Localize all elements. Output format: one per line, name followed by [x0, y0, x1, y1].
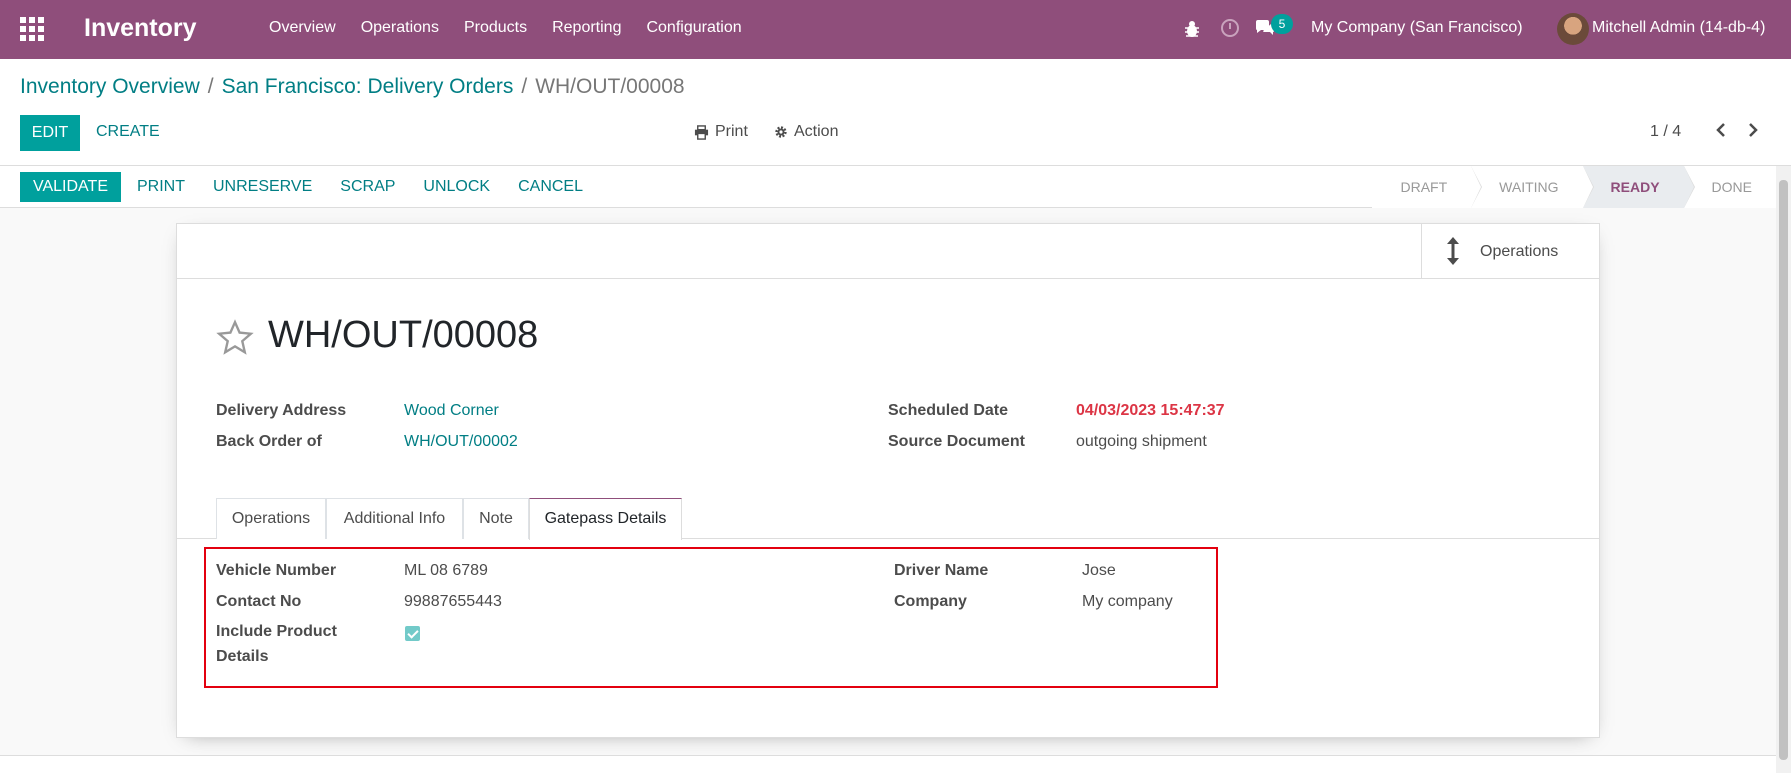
tab-note[interactable]: Note — [463, 498, 529, 539]
stage-done: DONE — [1683, 166, 1776, 208]
source-document-label: Source Document — [888, 433, 1025, 450]
menu-item-products[interactable]: Products — [464, 19, 527, 37]
company-label: Company — [894, 593, 967, 610]
contact-no-label: Contact No — [216, 593, 302, 610]
scheduled-date-value: 04/03/2023 15:47:37 — [1076, 402, 1225, 419]
print-dropdown[interactable]: Print — [694, 123, 748, 141]
main-menu: Overview Operations Products Reporting C… — [269, 19, 767, 37]
record-title: WH/OUT/00008 — [268, 314, 539, 356]
print-label: Print — [715, 123, 748, 140]
bug-icon[interactable] — [1184, 19, 1200, 39]
menu-item-configuration[interactable]: Configuration — [646, 19, 741, 37]
star-icon[interactable] — [216, 319, 254, 357]
scrollbar-thumb[interactable] — [1779, 180, 1788, 760]
delivery-address-label: Delivery Address — [216, 402, 347, 419]
gatepass-highlight-box — [204, 547, 1218, 688]
user-menu[interactable]: Mitchell Admin (14-db-4) — [1592, 19, 1765, 37]
company-switcher[interactable]: My Company (San Francisco) — [1311, 19, 1523, 37]
source-document-value: outgoing shipment — [1076, 433, 1207, 450]
scheduled-date-label: Scheduled Date — [888, 402, 1009, 419]
menu-item-reporting[interactable]: Reporting — [552, 19, 621, 37]
smart-button-box: Operations — [177, 224, 1599, 279]
contact-no-value: 99887655443 — [404, 593, 502, 610]
status-action-buttons: VALIDATE PRINT UNRESERVE SCRAP UNLOCK CA… — [20, 172, 611, 202]
operations-smart-button-label: Operations — [1480, 243, 1559, 260]
notebook-tabs: Operations Additional Info Note Gatepass… — [177, 498, 1599, 540]
back-order-value[interactable]: WH/OUT/00002 — [404, 433, 518, 451]
form-statusbar: VALIDATE PRINT UNRESERVE SCRAP UNLOCK CA… — [0, 166, 1776, 208]
cancel-button[interactable]: CANCEL — [518, 172, 583, 202]
breadcrumb-current: WH/OUT/00008 — [535, 75, 685, 98]
unreserve-button[interactable]: UNRESERVE — [213, 172, 312, 202]
breadcrumb-inventory-overview[interactable]: Inventory Overview — [20, 75, 200, 98]
form-sheet: Operations WH/OUT/00008 Delivery Address… — [176, 223, 1600, 738]
vertical-scrollbar[interactable] — [1776, 166, 1791, 773]
app-brand[interactable]: Inventory — [84, 14, 197, 43]
vehicle-number-value: ML 08 6789 — [404, 562, 488, 579]
operations-smart-button[interactable]: Operations — [1421, 224, 1599, 278]
print-button[interactable]: PRINT — [137, 172, 185, 202]
tab-additional-info[interactable]: Additional Info — [326, 498, 463, 539]
breadcrumb-separator: / — [521, 75, 528, 98]
user-avatar[interactable] — [1557, 13, 1589, 45]
unlock-button[interactable]: UNLOCK — [423, 172, 490, 202]
printer-icon — [694, 124, 709, 140]
edit-button[interactable]: EDIT — [20, 115, 80, 151]
top-navbar: Inventory Overview Operations Products R… — [0, 0, 1791, 59]
validate-button[interactable]: VALIDATE — [20, 172, 121, 202]
action-label: Action — [794, 123, 839, 140]
company-value: My company — [1082, 593, 1173, 610]
stage-ready: READY — [1582, 166, 1695, 208]
menu-item-operations[interactable]: Operations — [361, 19, 439, 37]
stage-draft: DRAFT — [1372, 166, 1482, 208]
delivery-address-value[interactable]: Wood Corner — [404, 402, 499, 420]
pager-value[interactable]: 1 / 4 — [1650, 123, 1681, 141]
include-product-details-label-line2: Details — [216, 648, 269, 665]
driver-name-value: Jose — [1082, 562, 1116, 579]
include-product-details-checkbox[interactable] — [405, 626, 420, 641]
control-panel: Inventory Overview / San Francisco: Delive… — [0, 59, 1791, 166]
chat-count-badge: 5 — [1271, 14, 1293, 34]
stage-waiting: WAITING — [1471, 166, 1594, 208]
activity-clock-icon[interactable] — [1221, 19, 1239, 37]
include-product-details-label: Include Product — [216, 623, 337, 640]
vehicle-number-label: Vehicle Number — [216, 562, 337, 579]
apps-menu-icon[interactable] — [20, 17, 44, 41]
back-order-label: Back Order of — [216, 433, 322, 450]
menu-item-overview[interactable]: Overview — [269, 19, 336, 37]
chatter-area — [0, 756, 1776, 773]
action-dropdown[interactable]: Action — [774, 123, 838, 141]
driver-name-label: Driver Name — [894, 562, 989, 579]
stage-pipeline: DRAFT WAITING READY DONE — [1372, 166, 1776, 208]
breadcrumb-separator: / — [207, 75, 214, 98]
tab-operations[interactable]: Operations — [216, 498, 326, 539]
gear-icon — [775, 126, 787, 138]
scrap-button[interactable]: SCRAP — [340, 172, 395, 202]
breadcrumb-delivery-orders[interactable]: San Francisco: Delivery Orders — [222, 75, 514, 98]
chevron-right-icon[interactable] — [1742, 119, 1764, 141]
tab-gatepass-details[interactable]: Gatepass Details — [529, 498, 682, 540]
arrows-vertical-icon — [1447, 237, 1459, 265]
chevron-left-icon[interactable] — [1710, 119, 1732, 141]
breadcrumb: Inventory Overview / San Francisco: Delive… — [20, 75, 685, 99]
create-button[interactable]: CREATE — [96, 123, 160, 141]
